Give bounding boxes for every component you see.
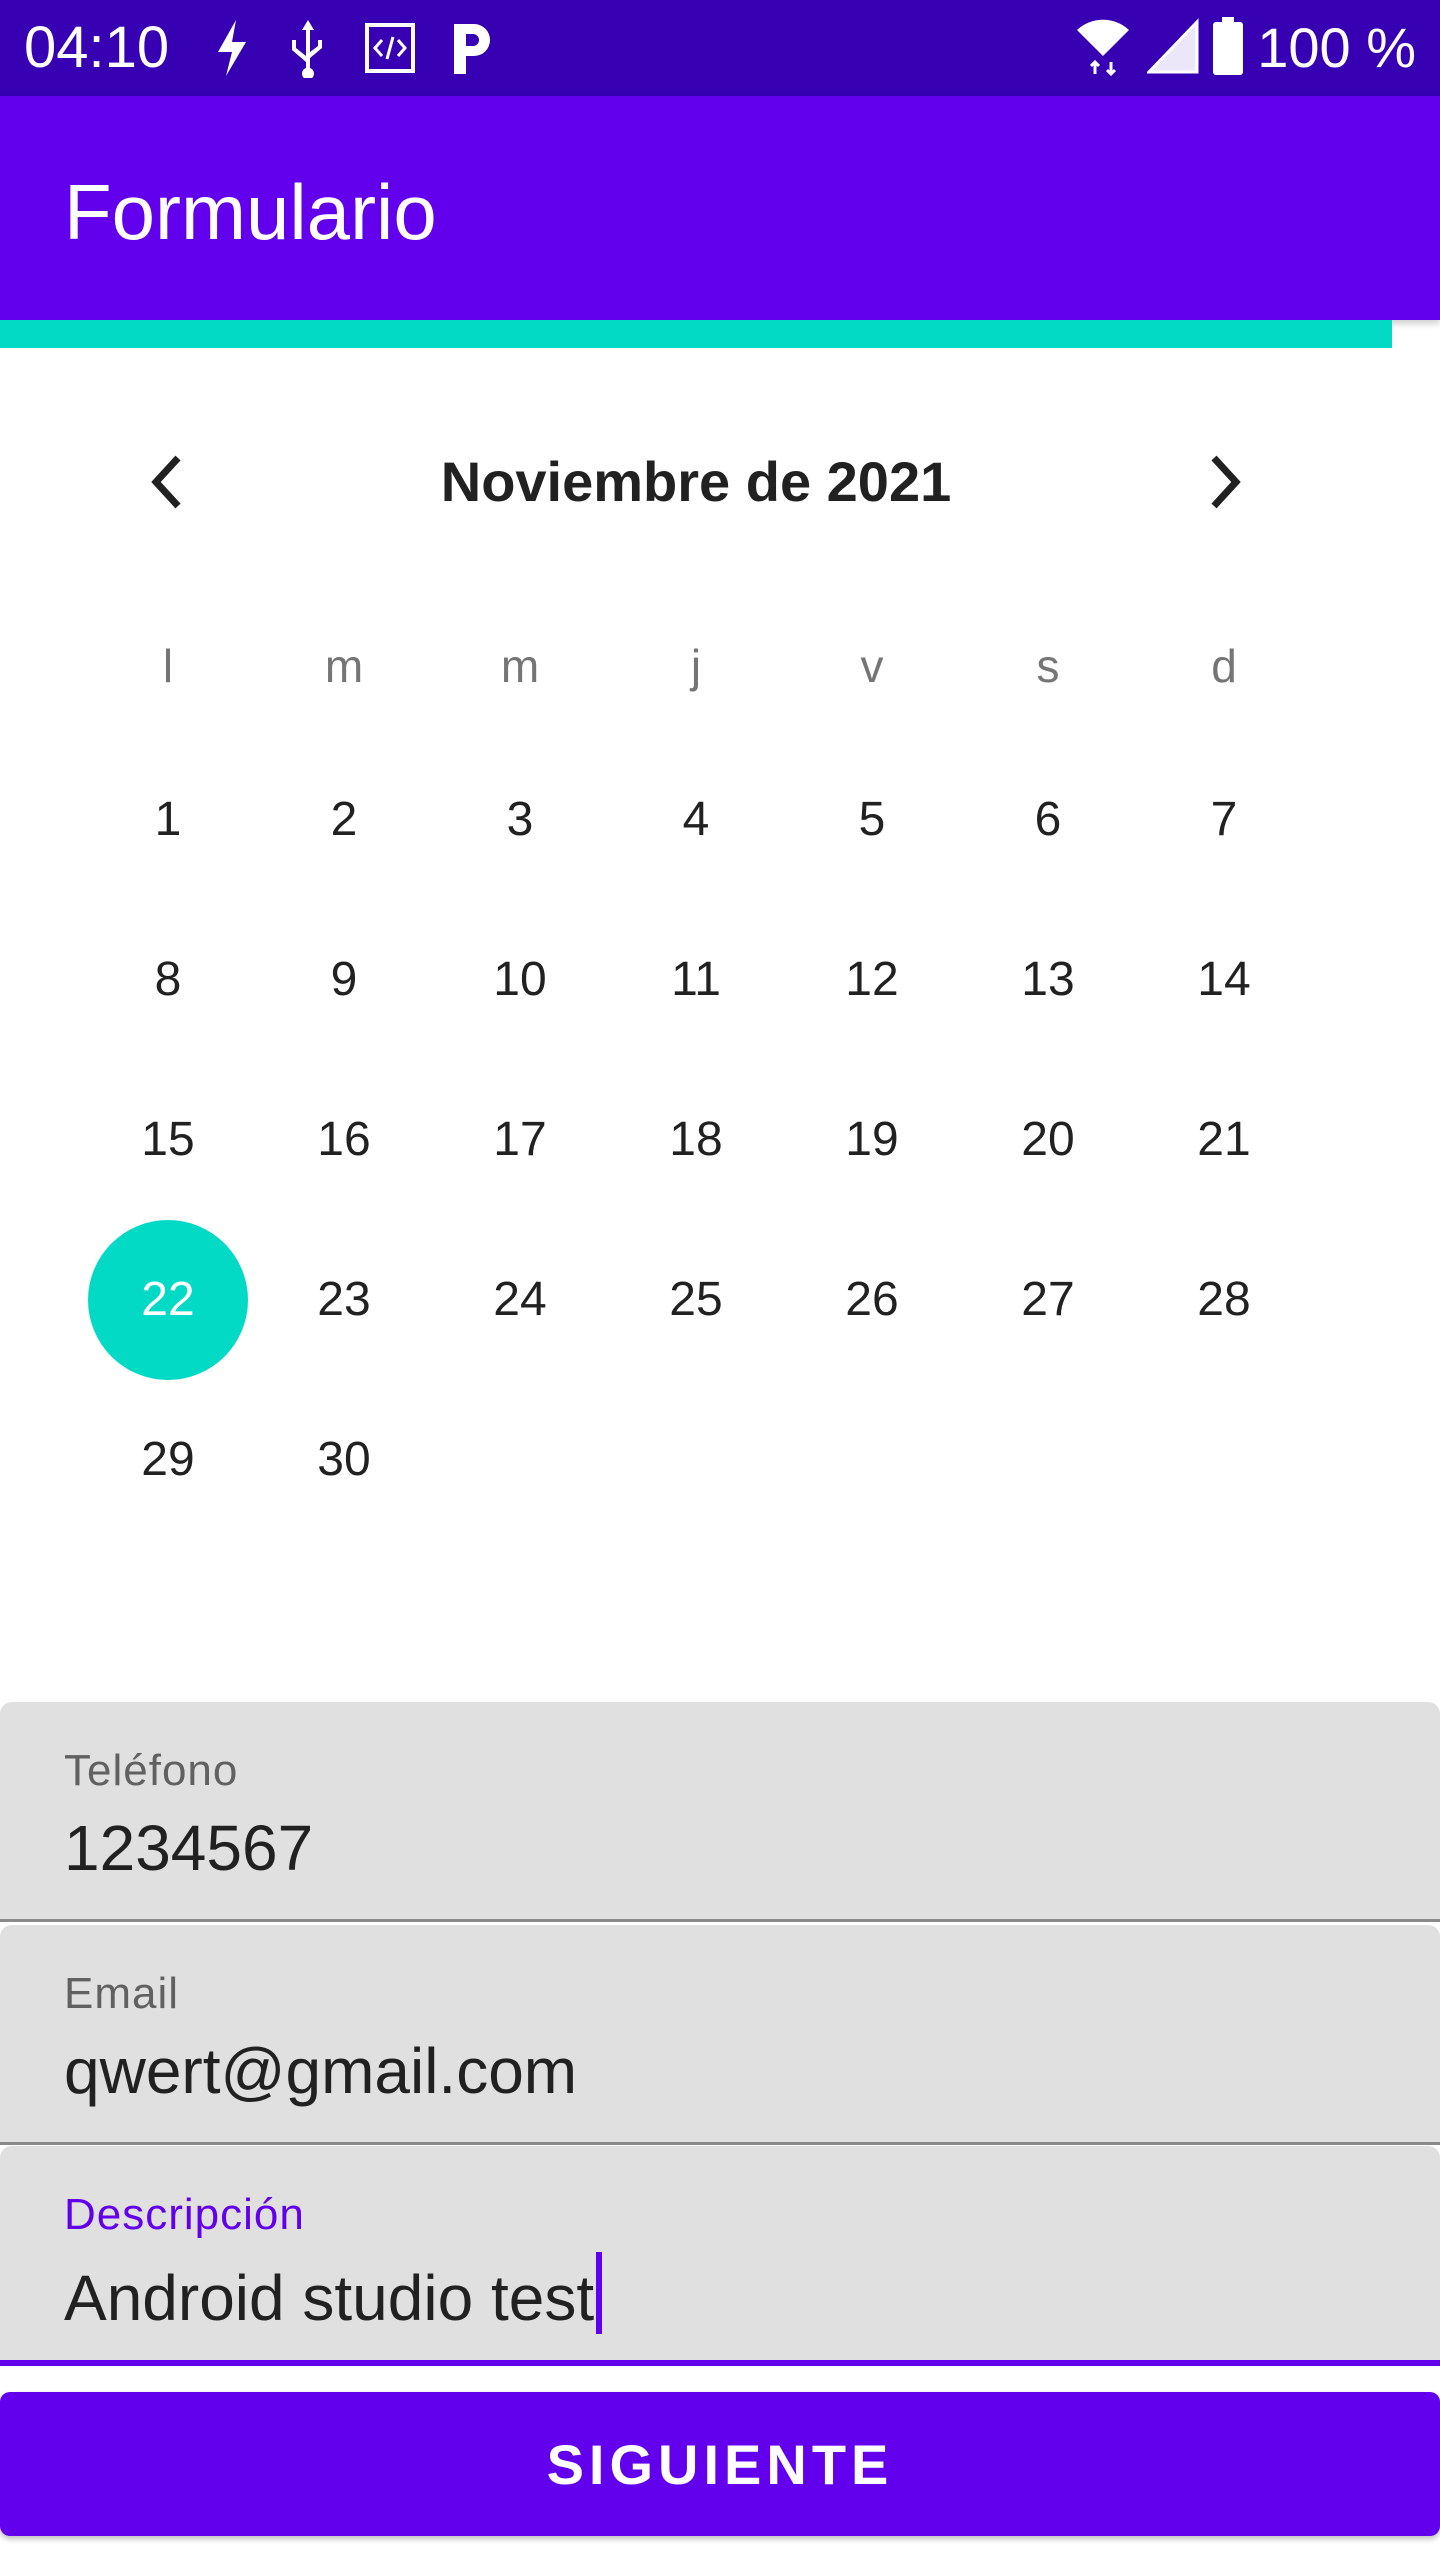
day-cell[interactable]: 1 [88, 740, 248, 900]
day-cell[interactable]: 6 [968, 740, 1128, 900]
next-month-button[interactable] [1174, 434, 1274, 534]
weekday-header: lmmjvsd [0, 626, 1440, 706]
phone-input[interactable]: 1234567 [64, 1808, 313, 1888]
email-field[interactable]: Email qwert@gmail.com [0, 1925, 1440, 2145]
weekday-label: j [690, 640, 702, 692]
day-cell[interactable]: 25 [616, 1220, 776, 1380]
phone-label: Teléfono [64, 1746, 239, 1795]
next-button-label: SIGUIENTE [546, 2432, 894, 2496]
phone-field[interactable]: Teléfono 1234567 [0, 1702, 1440, 1922]
p-icon [450, 20, 494, 76]
chevron-right-icon [1202, 452, 1246, 517]
day-cell[interactable]: 21 [1144, 1060, 1304, 1220]
status-right: 100 % [1073, 14, 1416, 82]
day-cell[interactable]: 4 [616, 740, 776, 900]
day-cell[interactable]: 15 [88, 1060, 248, 1220]
day-cell[interactable]: 29 [88, 1380, 248, 1540]
description-value: Android studio test [64, 2262, 595, 2334]
day-cell[interactable]: 3 [440, 740, 600, 900]
email-label: Email [64, 1969, 180, 2018]
status-bar: 04:10 100 % [0, 0, 1440, 96]
weekday-label: v [860, 640, 884, 692]
day-cell[interactable]: 24 [440, 1220, 600, 1380]
text-cursor [596, 2252, 603, 2334]
weekday-label: d [1211, 640, 1237, 692]
day-cell[interactable]: 8 [88, 900, 248, 1060]
day-cell[interactable]: 23 [264, 1220, 424, 1380]
description-label: Descripción [64, 2190, 305, 2239]
day-cell[interactable]: 26 [792, 1220, 952, 1380]
weekday-label: s [1036, 640, 1060, 692]
app-title: Formulario [64, 168, 437, 256]
flash-icon [212, 18, 252, 78]
day-cell[interactable]: 12 [792, 900, 952, 1060]
day-cell[interactable]: 30 [264, 1380, 424, 1540]
day-cell[interactable]: 2 [264, 740, 424, 900]
day-cell[interactable]: 10 [440, 900, 600, 1060]
day-cell-selected[interactable]: 22 [88, 1220, 248, 1380]
status-time: 04:10 [24, 15, 170, 80]
day-cell[interactable]: 17 [440, 1060, 600, 1220]
battery-level: 100 % [1257, 16, 1416, 79]
day-cell[interactable]: 5 [792, 740, 952, 900]
calendar: Noviembre de 2021 lmmjvsd 1 2 3 4 5 6 7 8 9 10 11 1… [0, 348, 1440, 1698]
status-left-icons [212, 16, 494, 80]
weekday-label: m [324, 640, 364, 692]
day-cell[interactable]: 16 [264, 1060, 424, 1220]
day-cell[interactable]: 9 [264, 900, 424, 1060]
battery-icon [1213, 16, 1244, 80]
description-field[interactable]: Descripción Android studio test [0, 2146, 1440, 2366]
email-input[interactable]: qwert@gmail.com [64, 2031, 577, 2111]
day-cell[interactable]: 19 [792, 1060, 952, 1220]
app-bar: Formulario [0, 96, 1440, 320]
day-cell[interactable]: 7 [1144, 740, 1304, 900]
weekday-label: m [500, 640, 540, 692]
code-icon [364, 22, 416, 74]
day-cell[interactable]: 14 [1144, 900, 1304, 1060]
day-cell[interactable]: 28 [1144, 1220, 1304, 1380]
signal-icon [1145, 17, 1199, 79]
day-cell[interactable]: 11 [616, 900, 776, 1060]
day-cell[interactable]: 27 [968, 1220, 1128, 1380]
day-cell[interactable]: 13 [968, 900, 1128, 1060]
next-button[interactable]: SIGUIENTE [0, 2392, 1440, 2536]
usb-icon [286, 18, 330, 78]
description-input[interactable]: Android studio test [64, 2252, 603, 2338]
day-cell[interactable]: 20 [968, 1060, 1128, 1220]
weekday-label: l [162, 640, 174, 692]
wifi-icon [1073, 16, 1133, 81]
accent-strip [0, 320, 1392, 348]
day-cell[interactable]: 18 [616, 1060, 776, 1220]
